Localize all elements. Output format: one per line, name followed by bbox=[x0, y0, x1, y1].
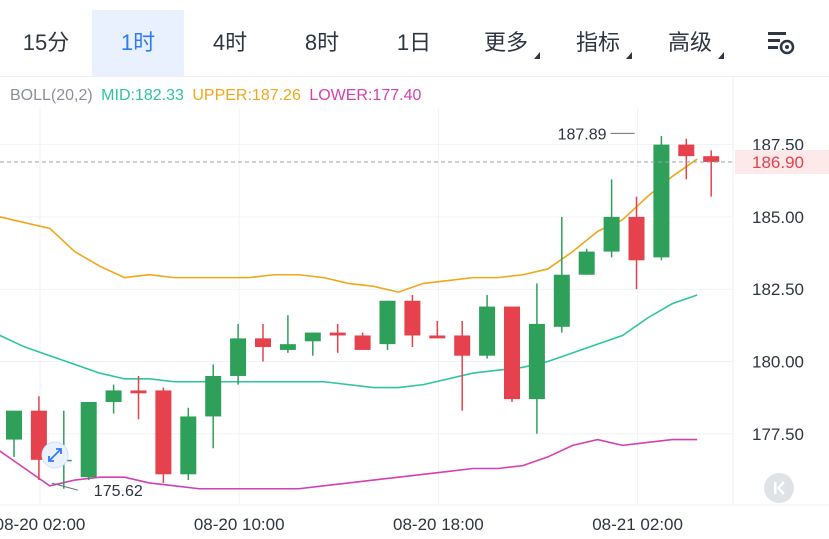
candle-body bbox=[6, 410, 22, 440]
candle-body bbox=[304, 332, 321, 342]
candle-body bbox=[230, 338, 247, 376]
low-label-leader bbox=[51, 482, 78, 491]
candle-body bbox=[578, 251, 595, 275]
candle-body bbox=[205, 375, 222, 417]
x-tick-label: 08-20 10:00 bbox=[194, 515, 285, 534]
x-tick-label: 08-20 02:00 bbox=[0, 515, 85, 534]
candle-body bbox=[678, 144, 695, 157]
y-tick-label: 182.50 bbox=[752, 280, 804, 299]
candle-body bbox=[130, 390, 147, 394]
candle-body bbox=[255, 338, 271, 348]
candle-body bbox=[429, 335, 446, 339]
y-tick-label: 177.50 bbox=[752, 425, 804, 444]
candle-body bbox=[454, 335, 471, 356]
high-price-label: 187.89 bbox=[558, 126, 607, 143]
candle-body bbox=[279, 344, 296, 350]
candle-body bbox=[80, 401, 97, 478]
candle-body bbox=[504, 306, 520, 400]
candle-body bbox=[379, 300, 396, 345]
candle-body bbox=[553, 274, 570, 327]
y-tick-label: 180.00 bbox=[752, 353, 804, 372]
candle-body bbox=[404, 300, 421, 336]
candle-body bbox=[703, 156, 720, 162]
y-tick-label: 185.00 bbox=[752, 208, 804, 227]
low-price-label: 175.62 bbox=[94, 483, 143, 500]
candle-body bbox=[180, 416, 197, 475]
candle-body bbox=[528, 323, 545, 400]
collapse-arrow-icon[interactable] bbox=[764, 473, 794, 503]
current-price-label: 186.90 bbox=[752, 153, 804, 172]
candle-body bbox=[354, 335, 371, 350]
candle-body bbox=[105, 390, 122, 402]
x-tick-label: 08-20 18:00 bbox=[393, 515, 484, 534]
x-tick-label: 08-21 02:00 bbox=[592, 515, 683, 534]
boll-line-mid bbox=[0, 294, 698, 389]
candlestick-chart[interactable]: 187.50185.00182.50180.00177.5008-20 02:0… bbox=[0, 0, 829, 539]
candle-body bbox=[603, 216, 620, 252]
candle-body bbox=[155, 390, 172, 475]
candle-body bbox=[329, 332, 346, 336]
boll-line-lower bbox=[0, 438, 698, 490]
candle-body bbox=[479, 306, 496, 356]
candle-body bbox=[628, 216, 645, 261]
